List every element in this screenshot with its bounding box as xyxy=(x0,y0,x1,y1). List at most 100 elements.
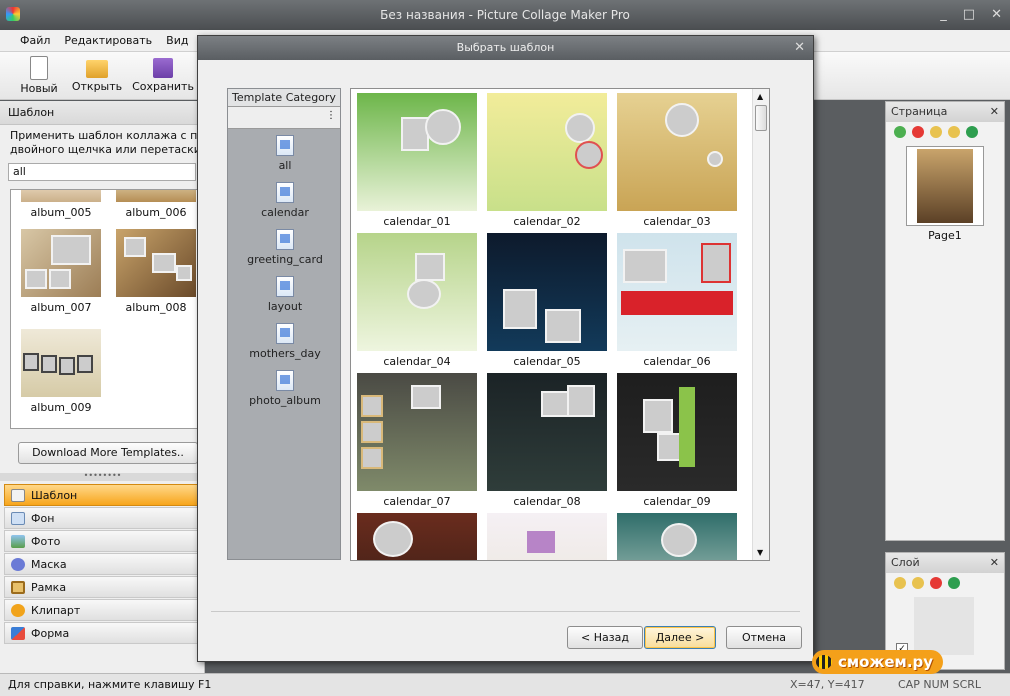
template-label: calendar_06 xyxy=(643,355,711,368)
layer-panel-close-icon[interactable]: ✕ xyxy=(990,553,999,573)
category-toolbar: ⋮ xyxy=(228,107,340,129)
menu-file[interactable]: Файл xyxy=(20,34,50,47)
category-greeting-card[interactable]: greeting_card xyxy=(228,223,342,270)
category-calendar[interactable]: calendar xyxy=(228,176,342,223)
template-thumb-label: album_005 xyxy=(30,206,92,219)
category-header: Template Category xyxy=(228,89,340,107)
template-panel-title: Шаблон xyxy=(0,101,204,125)
category-icon xyxy=(276,276,294,297)
delete-page-icon[interactable] xyxy=(912,126,924,138)
save-button[interactable]: Сохранить xyxy=(132,56,194,93)
accordion-frame[interactable]: Рамка xyxy=(4,576,200,598)
template-thumb-album-009[interactable]: album_009 xyxy=(21,329,101,414)
page-panel-close-icon[interactable]: ✕ xyxy=(990,102,999,122)
menu-edit[interactable]: Редактировать xyxy=(64,34,152,47)
accordion-template[interactable]: Шаблон xyxy=(4,484,200,506)
maximize-button[interactable]: □ xyxy=(963,0,975,30)
category-all[interactable]: all xyxy=(228,129,342,176)
accordion-shape[interactable]: Форма xyxy=(4,622,200,644)
template-calendar-04[interactable]: calendar_04 xyxy=(357,233,477,368)
move-up-icon[interactable] xyxy=(930,126,942,138)
window-titlebar: Без названия - Picture Collage Maker Pro… xyxy=(0,0,1010,30)
layer-refresh-icon[interactable] xyxy=(948,577,960,589)
template-thumb-album-006[interactable]: album_006 xyxy=(116,190,196,219)
accordion-mask[interactable]: Маска xyxy=(4,553,200,575)
category-icon xyxy=(276,323,294,344)
download-more-templates-button[interactable]: Download More Templates.. xyxy=(18,442,198,464)
category-icon xyxy=(276,182,294,203)
template-calendar-12[interactable] xyxy=(617,513,737,560)
template-label: calendar_03 xyxy=(643,215,711,228)
template-calendar-01[interactable]: calendar_01 xyxy=(357,93,477,228)
category-icon xyxy=(276,135,294,156)
open-button[interactable]: Открыть xyxy=(66,56,128,93)
menu-view[interactable]: Вид xyxy=(166,34,188,47)
scroll-thumb[interactable] xyxy=(755,105,767,131)
dialog-title: Выбрать шаблон xyxy=(456,41,555,54)
template-calendar-03[interactable]: calendar_03 xyxy=(617,93,737,228)
template-calendar-07[interactable]: calendar_07 xyxy=(357,373,477,508)
template-label: calendar_01 xyxy=(383,215,451,228)
layer-down-icon[interactable] xyxy=(912,577,924,589)
move-down-icon[interactable] xyxy=(948,126,960,138)
template-label: calendar_09 xyxy=(643,495,711,508)
delete-layer-icon[interactable] xyxy=(930,577,942,589)
template-calendar-02[interactable]: calendar_02 xyxy=(487,93,607,228)
add-page-icon[interactable] xyxy=(894,126,906,138)
category-menu-icon[interactable]: ⋮ xyxy=(326,110,336,121)
new-button[interactable]: Новый xyxy=(8,56,70,95)
back-button[interactable]: < Назад xyxy=(567,626,643,649)
layer-up-icon[interactable] xyxy=(894,577,906,589)
refresh-icon[interactable] xyxy=(966,126,978,138)
close-button[interactable]: ✕ xyxy=(991,0,1002,30)
template-calendar-09[interactable]: calendar_09 xyxy=(617,373,737,508)
template-calendar-06[interactable]: calendar_06 xyxy=(617,233,737,368)
template-thumb-label: album_006 xyxy=(125,206,187,219)
status-coordinates: X=47, Y=417 xyxy=(790,678,865,691)
page-panel: Страница ✕ Page1 xyxy=(885,101,1005,541)
template-calendar-10[interactable] xyxy=(357,513,477,560)
accordion-photo[interactable]: Фото xyxy=(4,530,200,552)
accordion-background[interactable]: Фон xyxy=(4,507,200,529)
splitter-grip[interactable]: •••••••• xyxy=(0,472,205,481)
bee-logo-icon xyxy=(816,655,832,669)
page-thumbnail[interactable] xyxy=(906,146,984,226)
template-panel-description: Применить шаблон коллажа с помощ двойног… xyxy=(10,129,204,156)
template-grid-scrollbar[interactable]: ▲ ▼ xyxy=(752,89,769,560)
template-thumb-album-005[interactable]: album_005 xyxy=(21,190,101,219)
category-photo-album[interactable]: photo_album xyxy=(228,364,342,411)
template-label: calendar_02 xyxy=(513,215,581,228)
save-disk-icon xyxy=(153,58,173,78)
app-icon xyxy=(6,7,20,21)
category-select[interactable]: all xyxy=(8,163,196,181)
open-label: Открыть xyxy=(71,80,123,93)
template-calendar-11[interactable] xyxy=(487,513,607,560)
new-label: Новый xyxy=(20,82,58,95)
template-label: calendar_04 xyxy=(383,355,451,368)
status-keys: CAP NUM SCRL xyxy=(898,678,982,691)
cancel-button[interactable]: Отмена xyxy=(726,626,802,649)
category-layout[interactable]: layout xyxy=(228,270,342,317)
page-tools xyxy=(886,122,1004,142)
dialog-close-icon[interactable]: ✕ xyxy=(794,36,805,60)
scroll-down-icon[interactable]: ▼ xyxy=(757,548,763,557)
clipart-flower-icon xyxy=(11,604,25,617)
minimize-button[interactable]: _ xyxy=(940,0,947,30)
template-calendar-08[interactable]: calendar_08 xyxy=(487,373,607,508)
status-help-text: Для справки, нажмите клавишу F1 xyxy=(8,678,212,691)
accordion-clipart[interactable]: Клипарт xyxy=(4,599,200,621)
next-button[interactable]: Далее > xyxy=(644,626,716,649)
layer-preview xyxy=(914,597,974,655)
template-calendar-05[interactable]: calendar_05 xyxy=(487,233,607,368)
template-label: calendar_08 xyxy=(513,495,581,508)
category-mothers-day[interactable]: mothers_day xyxy=(228,317,342,364)
template-grid: calendar_01 calendar_02 calendar_03 cale… xyxy=(350,88,770,561)
template-thumb-label: album_009 xyxy=(30,401,92,414)
template-label: calendar_05 xyxy=(513,355,581,368)
template-thumb-album-008[interactable]: album_008 xyxy=(116,229,196,314)
template-thumb-album-007[interactable]: album_007 xyxy=(21,229,101,314)
category-icon xyxy=(276,229,294,250)
template-icon xyxy=(11,489,25,502)
scroll-up-icon[interactable]: ▲ xyxy=(757,92,763,101)
folder-icon xyxy=(86,60,108,78)
